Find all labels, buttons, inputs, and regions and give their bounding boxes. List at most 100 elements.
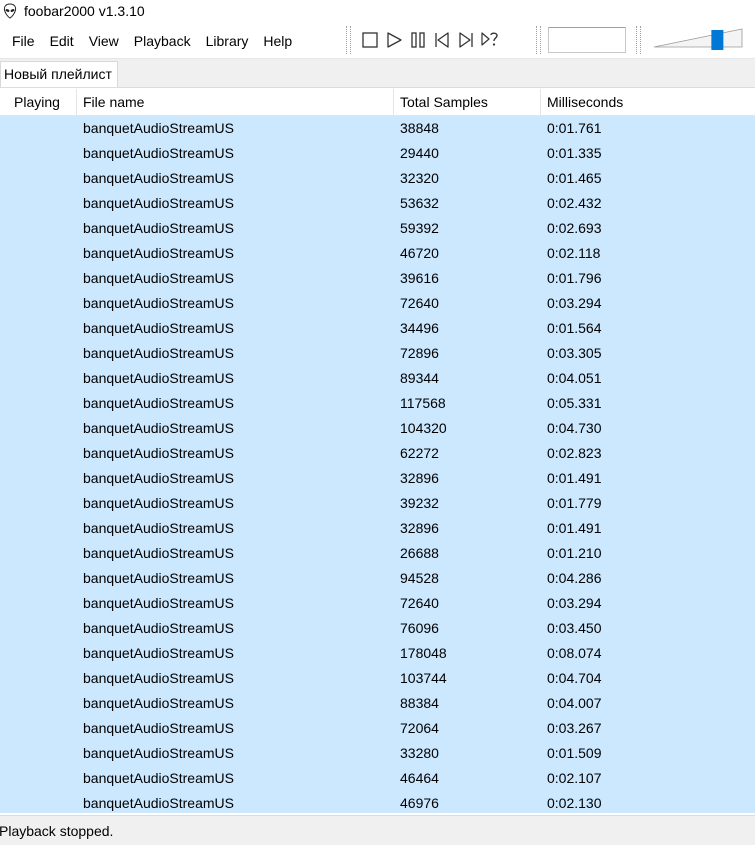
cell-total-samples: 38848 [400,120,439,136]
menu-edit[interactable]: Edit [42,31,81,51]
cell-milliseconds: 0:01.465 [547,170,602,186]
cell-total-samples: 117568 [400,395,446,411]
table-row[interactable]: banquetAudioStreamUS 46464 0:02.107 [0,766,755,791]
table-row[interactable]: banquetAudioStreamUS 88384 0:04.007 [0,691,755,716]
cell-milliseconds: 0:03.294 [547,595,602,611]
column-header-playing[interactable]: Playing [0,89,77,115]
pause-button[interactable] [406,28,430,52]
next-button[interactable] [454,28,478,52]
table-row[interactable]: banquetAudioStreamUS 59392 0:02.693 [0,216,755,241]
cell-file-name: banquetAudioStreamUS [83,795,234,811]
table-row[interactable]: banquetAudioStreamUS 103744 0:04.704 [0,666,755,691]
cell-file-name: banquetAudioStreamUS [83,720,234,736]
cell-milliseconds: 0:01.779 [547,495,602,511]
cell-total-samples: 88384 [400,695,439,711]
cell-total-samples: 29440 [400,145,439,161]
cell-total-samples: 32320 [400,170,439,186]
tab-new-playlist[interactable]: Новый плейлист [0,61,118,87]
cell-total-samples: 76096 [400,620,439,636]
table-row[interactable]: banquetAudioStreamUS 72064 0:03.267 [0,716,755,741]
menu-file[interactable]: File [4,31,42,51]
column-header-milliseconds[interactable]: Milliseconds [541,89,755,115]
toolbar-grip[interactable] [536,26,541,54]
play-icon [387,32,402,48]
table-row[interactable]: banquetAudioStreamUS 178048 0:08.074 [0,641,755,666]
cell-milliseconds: 0:05.331 [547,395,602,411]
table-row[interactable]: banquetAudioStreamUS 29440 0:01.335 [0,141,755,166]
cell-milliseconds: 0:04.051 [547,370,602,386]
cell-total-samples: 39232 [400,495,439,511]
foobar2000-window: foobar2000 v1.3.10 File Edit View Playba… [0,0,755,845]
cell-file-name: banquetAudioStreamUS [83,595,234,611]
random-button[interactable] [478,28,502,52]
table-row[interactable]: banquetAudioStreamUS 62272 0:02.823 [0,441,755,466]
volume-thumb[interactable] [711,30,724,50]
cell-total-samples: 34496 [400,320,439,336]
previous-icon [435,32,449,48]
cell-total-samples: 89344 [400,370,439,386]
cell-file-name: banquetAudioStreamUS [83,445,234,461]
pause-icon [411,32,425,48]
table-row[interactable]: banquetAudioStreamUS 104320 0:04.730 [0,416,755,441]
cell-file-name: banquetAudioStreamUS [83,395,234,411]
cell-milliseconds: 0:01.564 [547,320,602,336]
cell-milliseconds: 0:03.294 [547,295,602,311]
menu-help[interactable]: Help [255,31,299,51]
table-row[interactable]: banquetAudioStreamUS 39232 0:01.779 [0,491,755,516]
table-row[interactable]: banquetAudioStreamUS 32896 0:01.491 [0,466,755,491]
table-row[interactable]: banquetAudioStreamUS 46720 0:02.118 [0,241,755,266]
menu-playback[interactable]: Playback [126,31,198,51]
table-row[interactable]: banquetAudioStreamUS 94528 0:04.286 [0,566,755,591]
cell-file-name: banquetAudioStreamUS [83,345,234,361]
previous-button[interactable] [430,28,454,52]
toolbar-grip[interactable] [636,26,641,54]
table-row[interactable]: banquetAudioStreamUS 26688 0:01.210 [0,541,755,566]
title-bar: foobar2000 v1.3.10 [0,0,755,22]
volume-slider[interactable] [652,28,746,52]
toolbar-grip[interactable] [346,26,351,54]
cell-total-samples: 178048 [400,645,447,661]
cell-file-name: banquetAudioStreamUS [83,570,234,586]
cell-total-samples: 32896 [400,520,439,536]
stop-button[interactable] [358,28,382,52]
column-header-total-samples[interactable]: Total Samples [394,89,541,115]
cell-total-samples: 46720 [400,245,439,261]
table-row[interactable]: banquetAudioStreamUS 89344 0:04.051 [0,366,755,391]
cell-milliseconds: 0:02.118 [547,245,601,261]
play-button[interactable] [382,28,406,52]
cell-milliseconds: 0:01.761 [547,120,602,136]
menu-view[interactable]: View [81,31,126,51]
table-row[interactable]: banquetAudioStreamUS 39616 0:01.796 [0,266,755,291]
table-row[interactable]: banquetAudioStreamUS 33280 0:01.509 [0,741,755,766]
menu-library[interactable]: Library [198,31,256,51]
cell-file-name: banquetAudioStreamUS [83,470,234,486]
stop-icon [362,32,378,48]
cell-milliseconds: 0:02.107 [547,770,602,786]
random-icon [481,32,498,46]
menu-bar: File Edit View Playback Library Help [4,31,299,51]
table-row[interactable]: banquetAudioStreamUS 53632 0:02.432 [0,191,755,216]
playlist-view[interactable]: banquetAudioStreamUS 38848 0:01.761 banquet… [0,116,755,813]
table-row[interactable]: banquetAudioStreamUS 32320 0:01.465 [0,166,755,191]
cell-milliseconds: 0:03.450 [547,620,602,636]
table-row[interactable]: banquetAudioStreamUS 72896 0:03.305 [0,341,755,366]
table-row[interactable]: banquetAudioStreamUS 46976 0:02.130 [0,791,755,813]
table-row[interactable]: banquetAudioStreamUS 117568 0:05.331 [0,391,755,416]
cell-total-samples: 103744 [400,670,447,686]
cell-file-name: banquetAudioStreamUS [83,520,234,536]
table-row[interactable]: banquetAudioStreamUS 72640 0:03.294 [0,591,755,616]
table-row[interactable]: banquetAudioStreamUS 38848 0:01.761 [0,116,755,141]
cell-total-samples: 26688 [400,545,439,561]
table-row[interactable]: banquetAudioStreamUS 76096 0:03.450 [0,616,755,641]
next-icon [459,32,473,48]
cell-file-name: banquetAudioStreamUS [83,370,234,386]
table-row[interactable]: banquetAudioStreamUS 32896 0:01.491 [0,516,755,541]
status-text: Playback stopped. [0,823,114,839]
table-row[interactable]: banquetAudioStreamUS 72640 0:03.294 [0,291,755,316]
cell-total-samples: 104320 [400,420,447,436]
seek-bar[interactable] [548,27,626,53]
cell-total-samples: 94528 [400,570,439,586]
column-header-file-name[interactable]: File name [77,89,394,115]
cell-total-samples: 72064 [400,720,439,736]
table-row[interactable]: banquetAudioStreamUS 34496 0:01.564 [0,316,755,341]
